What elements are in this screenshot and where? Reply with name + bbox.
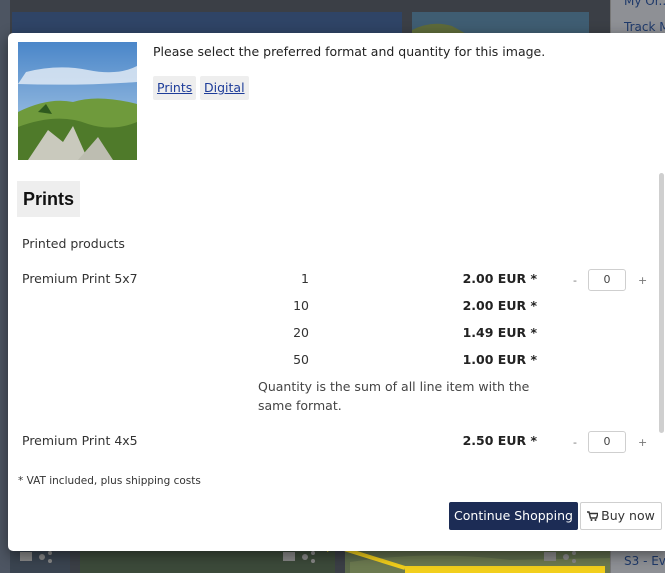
tier-price: 2.00 EUR *	[462, 298, 537, 313]
buy-now-button[interactable]: Buy now	[580, 502, 662, 530]
right-panel-text[interactable]: S3 - Eve	[624, 554, 665, 568]
tier-quantity: 20	[293, 325, 309, 340]
tab-digital[interactable]: Digital	[200, 76, 249, 100]
tier-quantity: 1	[301, 271, 309, 286]
quantity-input[interactable]: 0	[588, 269, 626, 291]
continue-shopping-button[interactable]: Continue Shopping	[449, 502, 578, 530]
decrease-quantity-button[interactable]: -	[573, 436, 577, 449]
tier-quantity: 50	[293, 352, 309, 367]
buy-now-label: Buy now	[601, 508, 655, 523]
tier-price: 1.49 EUR *	[462, 325, 537, 340]
tier-price: 2.00 EUR *	[462, 271, 537, 286]
cart-share-icon[interactable]	[20, 550, 56, 564]
intro-text: Please select the preferred format and q…	[153, 44, 546, 59]
quantity-note: Quantity is the sum of all line item wit…	[258, 379, 530, 413]
right-panel-text: My Or...	[624, 0, 665, 8]
vat-note: * VAT included, plus shipping costs	[18, 475, 201, 487]
product-price: 2.50 EUR *	[462, 433, 537, 448]
right-panel-link[interactable]: Track M	[624, 20, 665, 34]
cart-icon	[587, 511, 600, 521]
format-selection-modal: Please select the preferred format and q…	[8, 33, 665, 551]
increase-quantity-button[interactable]: +	[638, 274, 647, 287]
tab-prints[interactable]: Prints	[153, 76, 197, 100]
scrollbar[interactable]	[659, 173, 664, 433]
increase-quantity-button[interactable]: +	[638, 436, 647, 449]
product-name: Premium Print 4x5	[22, 433, 138, 448]
image-thumbnail	[18, 42, 137, 160]
highlight-bar	[405, 566, 605, 573]
quantity-input[interactable]: 0	[588, 431, 626, 453]
section-title: Prints	[17, 181, 81, 217]
product-name: Premium Print 5x7	[22, 271, 138, 286]
tier-price: 1.00 EUR *	[462, 352, 537, 367]
decrease-quantity-button[interactable]: -	[573, 274, 577, 287]
tier-quantity: 10	[293, 298, 309, 313]
cart-share-icon[interactable]	[544, 550, 580, 564]
section-subtitle: Printed products	[22, 236, 125, 251]
